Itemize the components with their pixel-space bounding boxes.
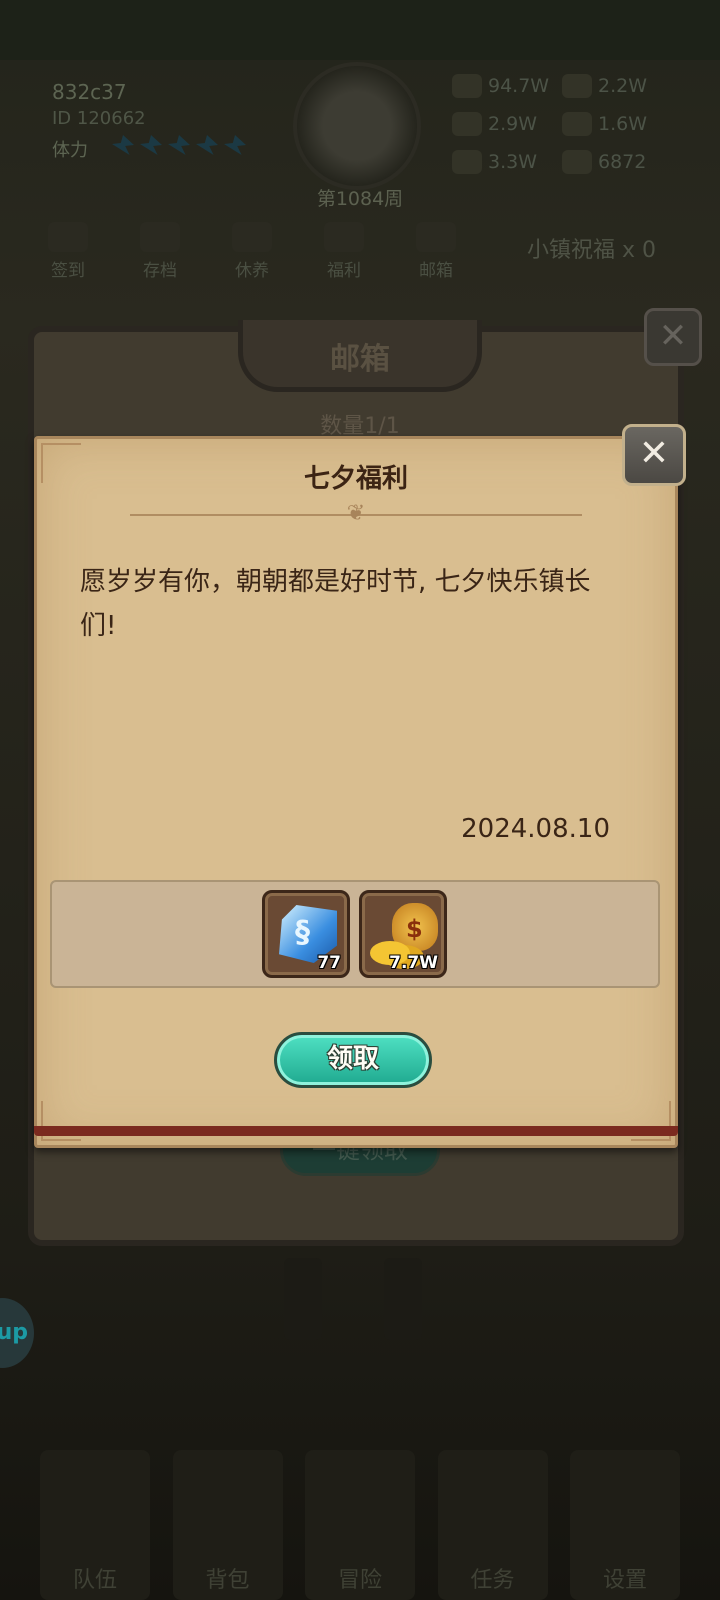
nav-mailbox: 邮箱	[408, 222, 464, 281]
top-banner	[0, 0, 720, 60]
bottom-nav: 队伍 背包 冒险 任务 设置	[40, 1450, 720, 1600]
rest-icon	[232, 222, 272, 252]
gold-icon	[452, 74, 482, 98]
player-name: 832c37	[52, 80, 127, 104]
player-id: ID 120662	[52, 108, 146, 129]
mail-message: 愿岁岁有你，朝朝都是好时节, 七夕快乐镇长们!	[80, 567, 591, 641]
bottom-nav-settings: 设置	[570, 1450, 680, 1600]
building-icon	[562, 112, 592, 136]
checkin-icon	[48, 222, 88, 252]
ornament-icon: ❦	[346, 501, 366, 526]
resource-stone: 2.9W	[452, 112, 562, 136]
attachment-tray	[50, 880, 660, 988]
dialog-close-button[interactable]: ✕	[622, 424, 686, 486]
close-icon: ✕	[638, 433, 670, 474]
nav-save: 存档	[132, 222, 188, 281]
mailbox-close-button[interactable]: ✕	[644, 308, 702, 366]
mail-date: 2024.08.10	[461, 814, 610, 844]
pillar-decoration	[284, 1258, 322, 1340]
mail-title: 七夕福利	[303, 464, 408, 494]
mailbox-icon	[416, 222, 456, 252]
resource-crystal: 6872	[562, 150, 672, 174]
close-icon: ✕	[658, 316, 688, 356]
mailbox-title: 邮箱	[330, 342, 390, 377]
save-icon	[140, 222, 180, 252]
lightning-icon	[224, 135, 246, 155]
week-label: 第1084周	[316, 188, 404, 210]
crystal-glyph: §	[295, 915, 310, 950]
resource-wood: 2.2W	[562, 74, 672, 98]
dollar-icon: $	[406, 915, 423, 943]
welfare-icon	[324, 222, 364, 252]
bottom-nav-bag: 背包	[172, 1450, 283, 1600]
lightning-icon	[168, 135, 190, 155]
resource-gold: 94.7W	[452, 74, 562, 98]
stone-icon	[452, 112, 482, 136]
dialog-bottom-edge	[34, 1126, 678, 1136]
attachment-item-crystal[interactable]: § 77	[262, 890, 350, 978]
resource-grid: 94.7W 2.2W 2.9W 1.6W 3.3W 6872	[452, 74, 672, 174]
item-quantity: 77	[317, 953, 341, 973]
nav-rest: 休养	[224, 222, 280, 281]
lightning-icon	[196, 135, 218, 155]
wood-icon	[562, 74, 592, 98]
town-blessing: 小镇祝福 x 0	[527, 238, 657, 263]
stamina-label: 体力	[52, 140, 88, 161]
nav-welfare: 福利	[316, 222, 372, 281]
claim-button[interactable]: 领取	[274, 1032, 432, 1088]
resource-building: 1.6W	[562, 112, 672, 136]
lightning-icon	[140, 135, 162, 155]
bottom-nav-team: 队伍	[40, 1450, 150, 1600]
player-avatar	[293, 62, 421, 190]
resource-brick: 3.3W	[452, 150, 562, 174]
nav-checkin: 签到	[40, 222, 96, 281]
bottom-nav-quest: 任务	[437, 1450, 548, 1600]
item-quantity: 7.7W	[389, 953, 438, 973]
pillar-decoration	[384, 1258, 422, 1340]
brick-icon	[452, 150, 482, 174]
lightning-icon	[112, 135, 134, 155]
stamina-icons	[112, 135, 246, 155]
crystal-icon	[562, 150, 592, 174]
attachment-item-gold[interactable]: $ 7.7W	[359, 890, 447, 978]
bottom-nav-adventure: 冒险	[305, 1450, 415, 1600]
